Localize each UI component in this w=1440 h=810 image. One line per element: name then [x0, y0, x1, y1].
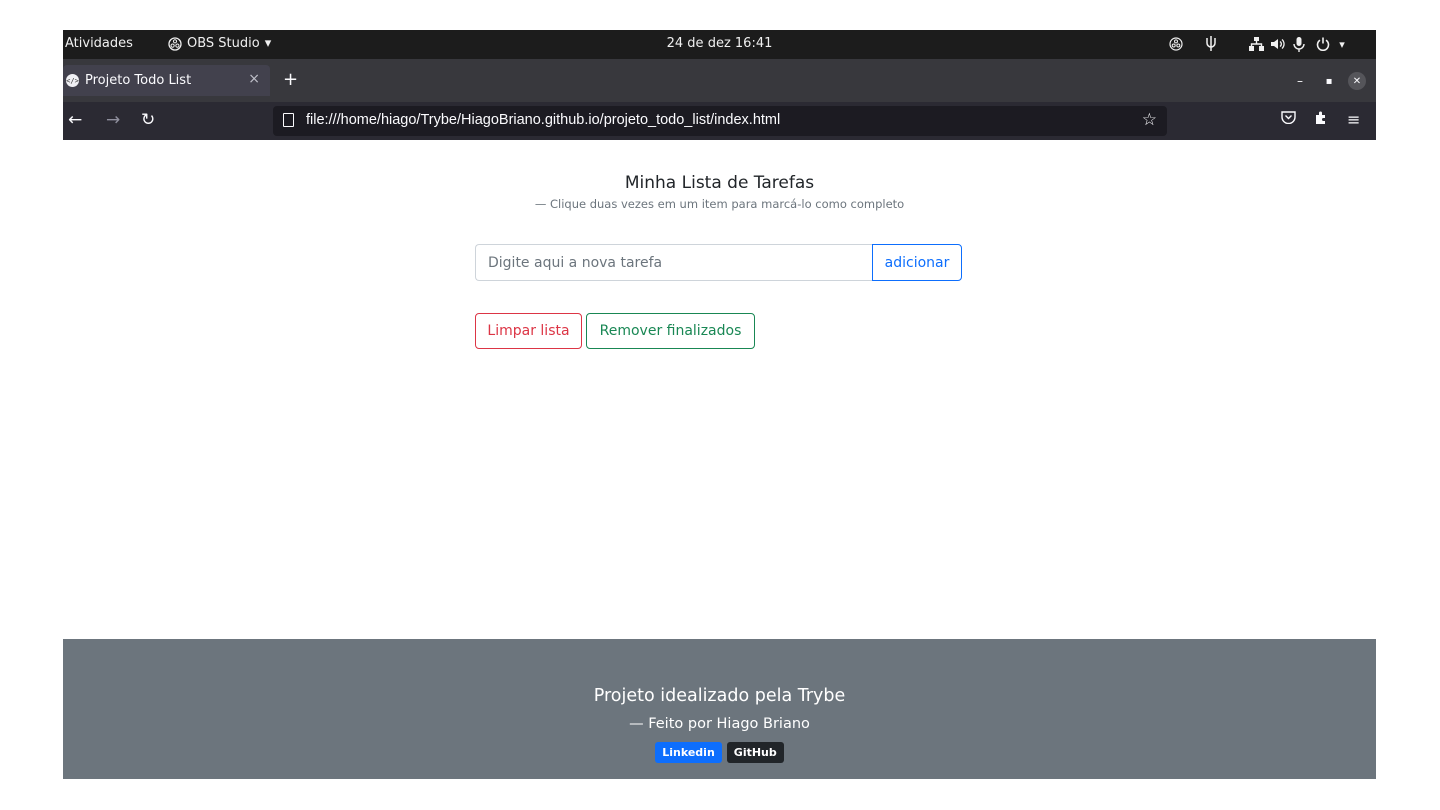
maximize-button[interactable]: ▪ — [1319, 71, 1339, 91]
activities-button[interactable]: Atividades — [65, 36, 133, 51]
forward-arrow-icon[interactable]: → — [106, 110, 120, 130]
reload-icon[interactable]: ↻ — [141, 110, 155, 130]
task-list — [475, 365, 962, 625]
power-icon[interactable] — [1313, 34, 1333, 54]
url-text[interactable]: file:///home/hiago/Trybe/HiagoBriano.git… — [306, 112, 780, 128]
browser-tab-strip: </> Projeto Todo List × + – ▪ ✕ — [63, 59, 1376, 102]
add-task-button[interactable]: adicionar — [872, 244, 962, 281]
extensions-puzzle-icon[interactable] — [1313, 110, 1328, 129]
tab-title: Projeto Todo List — [85, 73, 192, 88]
remove-completed-button[interactable]: Remover finalizados — [586, 313, 755, 349]
clear-list-button[interactable]: Limpar lista — [475, 313, 582, 349]
obs-tray-icon[interactable] — [1166, 34, 1186, 54]
clock[interactable]: 24 de dez 16:41 — [667, 36, 773, 51]
task-input[interactable] — [475, 244, 873, 281]
volume-icon[interactable] — [1267, 34, 1287, 54]
footer-author: — Feito por Hiago Briano — [629, 716, 810, 732]
github-link[interactable]: GitHub — [726, 742, 784, 763]
page-footer: Projeto idealizado pela Trybe — Feito po… — [63, 639, 1376, 779]
screen: Atividades OBS Studio ▾ 24 de dez 16:41 — [0, 0, 1440, 810]
bookmark-star-icon[interactable]: ☆ — [1142, 110, 1157, 130]
hamburger-menu-icon[interactable]: ≡ — [1347, 110, 1360, 129]
obs-icon — [168, 36, 182, 51]
microphone-icon[interactable] — [1289, 34, 1309, 54]
system-top-bar: Atividades OBS Studio ▾ 24 de dez 16:41 — [63, 30, 1376, 59]
page-title: Minha Lista de Tarefas — [624, 173, 815, 193]
footer-title: Projeto idealizado pela Trybe — [593, 686, 846, 706]
system-menu-chevron-icon[interactable]: ▾ — [1334, 34, 1350, 54]
back-arrow-icon[interactable]: ← — [68, 110, 82, 130]
browser-nav-bar: ← → ↻ file:///home/hiago/Trybe/HiagoBria… — [63, 102, 1376, 140]
pocket-icon[interactable] — [1281, 110, 1296, 128]
page-file-icon — [283, 113, 294, 127]
code-favicon-icon: </> — [66, 74, 79, 87]
minimize-button[interactable]: – — [1290, 71, 1310, 91]
chevron-down-icon: ▾ — [264, 36, 272, 51]
page-content: Minha Lista de Tarefas — Clique duas vez… — [63, 140, 1376, 779]
app-menu-obs[interactable]: OBS Studio ▾ — [168, 36, 271, 51]
new-tab-button[interactable]: + — [283, 69, 298, 90]
usb-device-icon[interactable] — [1201, 34, 1221, 54]
tab-projeto-todo-list[interactable]: </> Projeto Todo List × — [63, 65, 270, 96]
linkedin-link[interactable]: Linkedin — [655, 742, 722, 763]
app-menu-label: OBS Studio — [187, 36, 260, 51]
window-close-button[interactable]: ✕ — [1348, 72, 1366, 90]
network-icon[interactable] — [1246, 34, 1266, 54]
page-subtitle: — Clique duas vezes em um item para marc… — [534, 197, 905, 211]
tab-close-icon[interactable]: × — [248, 71, 260, 87]
footer-links: Linkedin GitHub — [63, 742, 1376, 763]
address-bar[interactable]: file:///home/hiago/Trybe/HiagoBriano.git… — [273, 106, 1167, 136]
